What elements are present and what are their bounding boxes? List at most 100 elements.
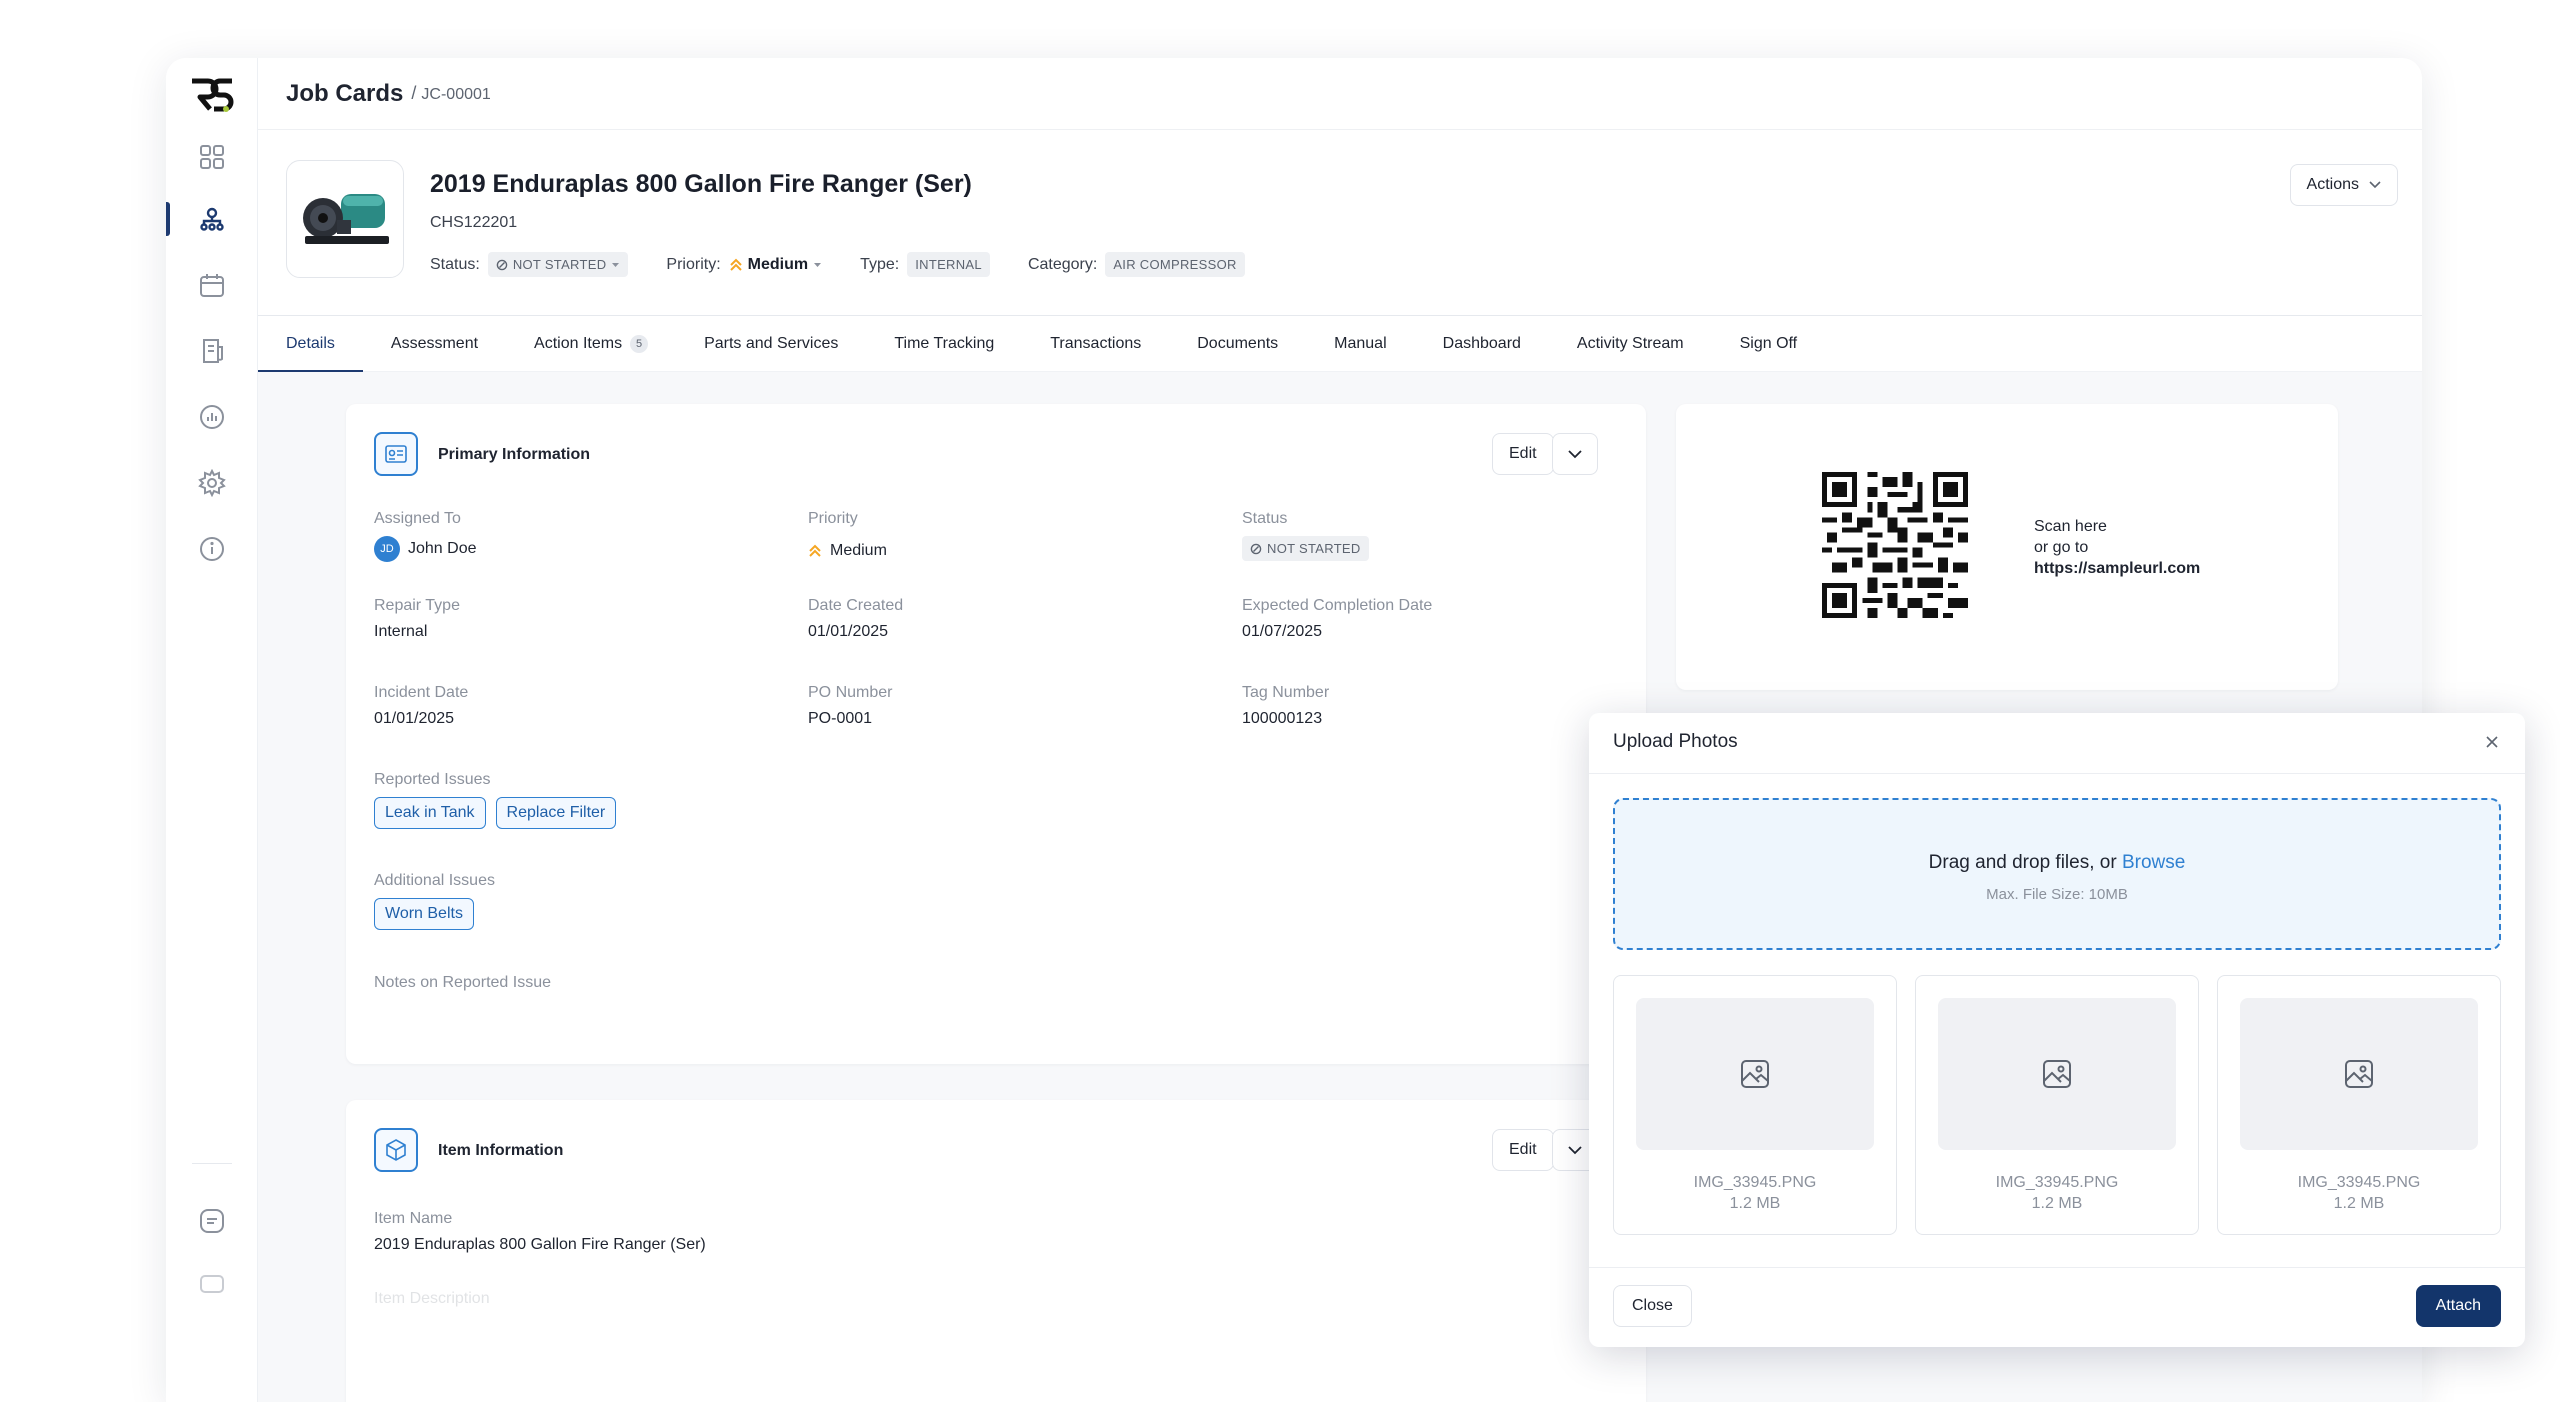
actions-button[interactable]: Actions <box>2289 164 2398 206</box>
caret-down-icon <box>814 262 822 267</box>
tab-label: Details <box>286 334 335 352</box>
field-label: Date Created <box>808 597 904 614</box>
field-label: Reported Issues <box>374 771 491 788</box>
document-icon[interactable] <box>195 334 229 368</box>
priority-group: Priority: Medium <box>666 256 822 274</box>
issue-chip: Leak in Tank <box>374 797 486 829</box>
item-description-field: Item Description <box>374 1290 490 1316</box>
tab-parts-and-services[interactable]: Parts and Services <box>704 316 838 372</box>
tab-label: Parts and Services <box>704 334 839 352</box>
edit-button[interactable]: Edit <box>1492 433 1554 475</box>
status-value: NOT STARTED <box>512 257 607 272</box>
tab-label: Documents <box>1197 334 1279 352</box>
sidebar-divider <box>192 1163 232 1164</box>
close-button[interactable]: Close <box>1613 1285 1692 1327</box>
field-value: 01/07/2025 <box>1242 623 1323 640</box>
issue-chip: Replace Filter <box>495 797 617 829</box>
card-title: Primary Information <box>438 446 591 463</box>
tab-dashboard[interactable]: Dashboard <box>1443 316 1521 372</box>
reported-issues-field: Reported Issues Leak in Tank Replace Filt… <box>374 771 626 829</box>
file-dropzone[interactable]: Drag and drop files, or Browse Max. File… <box>1613 798 2501 950</box>
tab-label: Transactions <box>1050 334 1142 352</box>
qr-url-link[interactable]: https://sampleurl.com <box>2034 558 2200 579</box>
assigned-to-field: Assigned To JD John Doe <box>374 510 477 562</box>
file-preview-card[interactable]: IMG_33945.PNG 1.2 MB <box>2217 975 2501 1235</box>
field-label: Repair Type <box>374 597 460 614</box>
dropzone-instruction: Drag and drop files, or <box>1928 852 2117 873</box>
qr-line-2: or go to <box>2034 539 2089 556</box>
hierarchy-icon[interactable] <box>195 202 229 236</box>
tab-action-items[interactable]: Action Items 5 <box>534 316 649 372</box>
tab-manual[interactable]: Manual <box>1334 316 1386 372</box>
tab-label: Time Tracking <box>894 334 995 352</box>
edit-button[interactable]: Edit <box>1492 1129 1554 1171</box>
field-value: 100000123 <box>1242 710 1323 727</box>
tab-details[interactable]: Details <box>258 316 363 373</box>
file-preview-card[interactable]: IMG_33945.PNG 1.2 MB <box>1915 975 2199 1235</box>
max-file-size: Max. File Size: 10MB <box>1986 886 2128 903</box>
breadcrumb-section[interactable]: Job Cards <box>286 80 403 108</box>
field-label: Notes on Reported Issue <box>374 974 551 991</box>
file-size: 1.2 MB <box>1729 1195 1781 1212</box>
browse-link[interactable]: Browse <box>2122 852 2185 873</box>
date-created-field: Date Created 01/01/2025 <box>808 597 903 641</box>
edit-label: Edit <box>1509 445 1537 462</box>
avatar: JD <box>374 536 400 562</box>
chat-icon[interactable] <box>195 1268 229 1302</box>
priority-dropdown[interactable]: Medium <box>729 256 822 274</box>
priority-chevrons-icon <box>809 544 821 557</box>
settings-gear-icon[interactable] <box>195 466 229 500</box>
tab-assessment[interactable]: Assessment <box>391 316 478 372</box>
tab-transactions[interactable]: Transactions <box>1050 316 1141 372</box>
chip-list: Leak in Tank Replace Filter <box>374 797 626 829</box>
app-logo[interactable] <box>184 72 240 118</box>
dialog-title: Upload Photos <box>1613 731 1738 752</box>
status-dropdown[interactable]: NOT STARTED <box>487 252 629 277</box>
field-value: PO-0001 <box>808 710 873 727</box>
breadcrumb-current: / JC-00001 <box>411 83 490 104</box>
file-preview-card[interactable]: IMG_33945.PNG 1.2 MB <box>1613 975 1897 1235</box>
tab-documents[interactable]: Documents <box>1197 316 1278 372</box>
tab-time-tracking[interactable]: Time Tracking <box>894 316 994 372</box>
reports-icon[interactable] <box>195 400 229 434</box>
dashboard-grid-icon[interactable] <box>195 140 229 174</box>
caret-down-icon <box>612 262 620 267</box>
box-icon <box>374 1128 418 1172</box>
file-size: 1.2 MB <box>2333 1195 2385 1212</box>
item-information-card: Item Information Edit Item Name 2019 End… <box>346 1100 1646 1402</box>
image-placeholder <box>2240 998 2478 1150</box>
type-group: Type: INTERNAL <box>860 252 990 277</box>
tab-activity-stream[interactable]: Activity Stream <box>1577 316 1684 372</box>
image-placeholder <box>1636 998 1874 1150</box>
image-icon <box>2043 1060 2071 1088</box>
category-badge: AIR COMPRESSOR <box>1105 252 1245 277</box>
chevron-down-icon <box>1568 449 1582 458</box>
field-label: Additional Issues <box>374 872 495 889</box>
status-badge: NOT STARTED <box>1242 536 1369 561</box>
serial-number: CHS122201 <box>430 214 518 231</box>
field-label: Incident Date <box>374 684 469 701</box>
field-value: 01/01/2025 <box>808 623 889 640</box>
close-icon[interactable] <box>2481 731 2503 753</box>
collapse-button[interactable] <box>1552 433 1598 475</box>
job-card-header: 2019 Enduraplas 800 Gallon Fire Ranger (… <box>258 130 2422 316</box>
chevron-down-icon <box>1568 1145 1582 1154</box>
close-label: Close <box>1632 1297 1673 1314</box>
field-value: JD John Doe <box>374 536 477 562</box>
tab-sign-off[interactable]: Sign Off <box>1740 316 1798 372</box>
file-name: IMG_33945.PNG <box>2297 1174 2421 1191</box>
attach-button[interactable]: Attach <box>2415 1285 2501 1327</box>
priority-label: Priority: <box>666 255 721 273</box>
card-title: Item Information <box>438 1142 564 1159</box>
image-placeholder <box>1938 998 2176 1150</box>
tab-bar: Details Assessment Action Items 5 Parts a… <box>258 316 2422 373</box>
chevron-down-icon <box>2369 181 2381 189</box>
issue-chip: Worn Belts <box>374 898 474 930</box>
calendar-icon[interactable] <box>195 268 229 302</box>
chip-list: Worn Belts <box>374 898 495 930</box>
field-value: 01/01/2025 <box>374 710 455 727</box>
status-label: Status: <box>430 255 480 273</box>
not-started-icon <box>496 259 508 270</box>
info-icon[interactable] <box>195 532 229 566</box>
support-icon[interactable] <box>195 1204 229 1238</box>
